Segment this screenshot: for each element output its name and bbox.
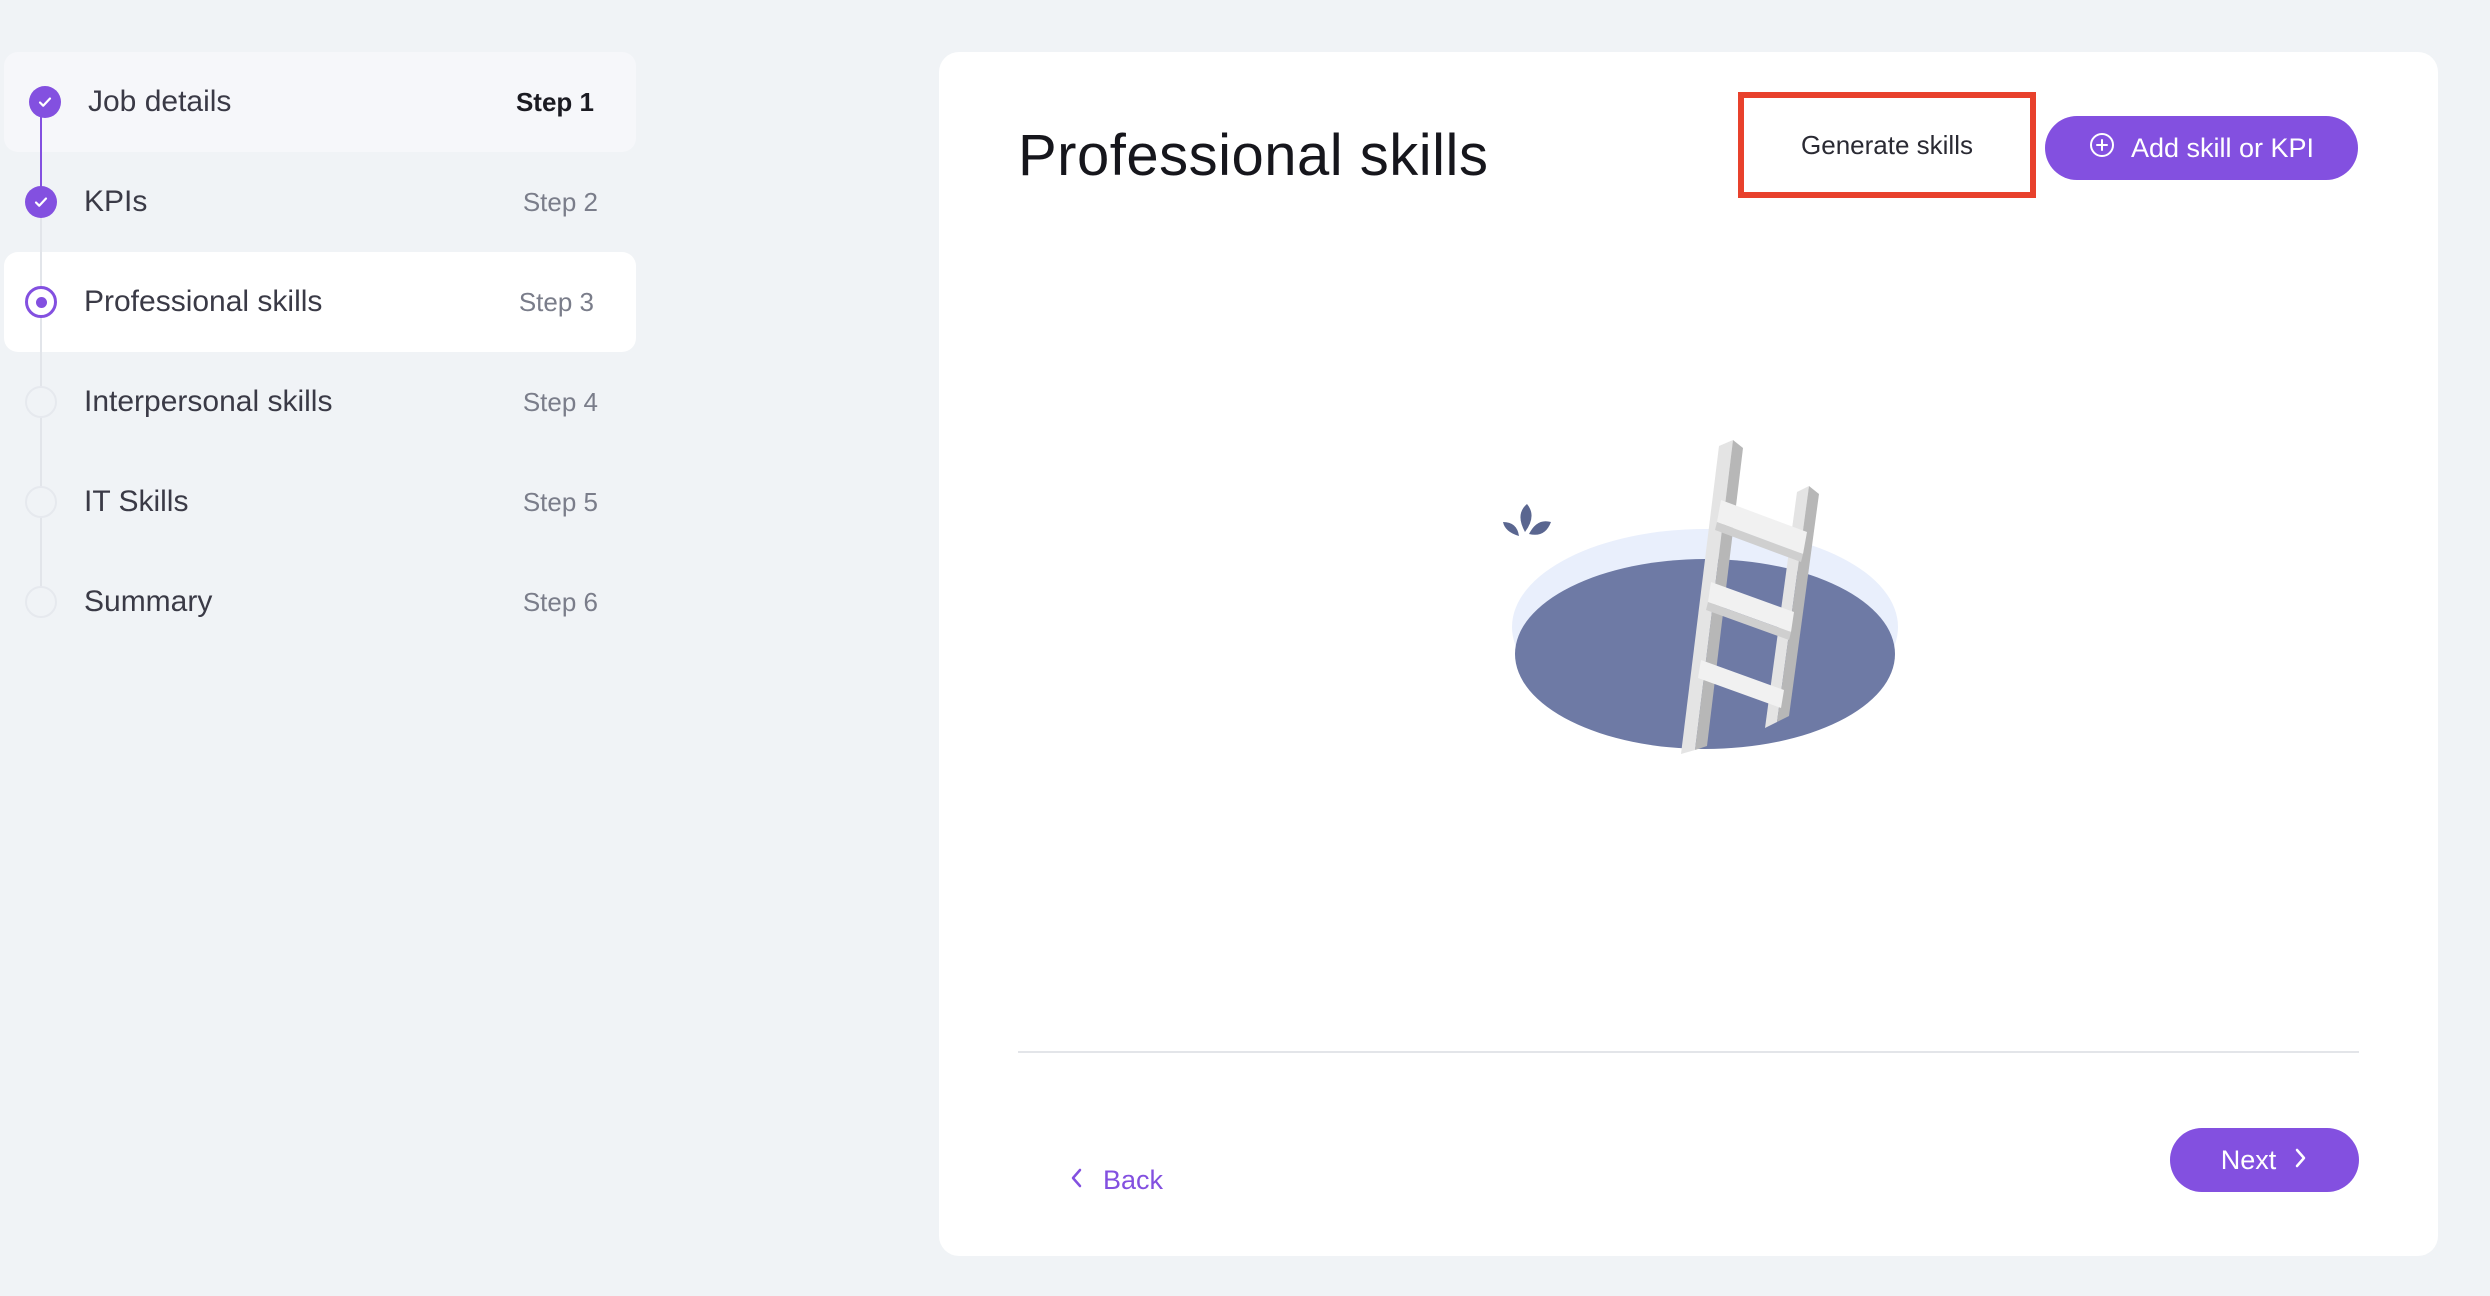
chevron-left-icon (1069, 1165, 1083, 1196)
step-summary[interactable]: Summary Step 6 (0, 552, 640, 652)
step-number: Step 1 (515, 86, 594, 117)
step-job-details[interactable]: Job details Step 1 (4, 52, 636, 152)
step-number: Step 3 (518, 286, 594, 317)
next-button[interactable]: Next (2170, 1128, 2359, 1192)
divider (1018, 1051, 2359, 1053)
step-kpis[interactable]: KPIs Step 2 (0, 152, 640, 252)
pending-step-icon (25, 386, 57, 418)
add-skill-button[interactable]: Add skill or KPI (2045, 116, 2358, 180)
main-card: Professional skills Generate skills Add … (939, 52, 2438, 1256)
pending-step-icon (25, 486, 57, 518)
step-number: Step 5 (522, 486, 598, 517)
page-title: Professional skills (1018, 123, 1489, 188)
plus-circle-icon (2089, 132, 2115, 165)
step-professional-skills[interactable]: Professional skills Step 3 (4, 252, 636, 352)
add-skill-label: Add skill or KPI (2130, 132, 2315, 163)
step-number: Step 4 (522, 386, 598, 417)
step-label: Job details (88, 85, 232, 118)
step-label: IT Skills (84, 485, 189, 518)
step-number: Step 2 (522, 186, 598, 217)
stepper: Job details Step 1 KPIs Step 2 Professio… (0, 52, 640, 652)
step-label: Professional skills (84, 285, 323, 318)
pending-step-icon (25, 586, 57, 618)
step-label: Interpersonal skills (84, 385, 333, 418)
step-number: Step 6 (522, 586, 598, 617)
check-icon (29, 86, 61, 118)
current-step-icon (25, 286, 57, 318)
back-label: Back (1103, 1164, 1164, 1195)
step-interpersonal-skills[interactable]: Interpersonal skills Step 4 (0, 352, 640, 452)
step-label: Summary (84, 585, 213, 618)
back-button[interactable]: Back (1069, 1160, 1163, 1200)
ladder-in-hole-illustration (1503, 440, 1898, 754)
generate-skills-button[interactable]: Generate skills (1738, 92, 2036, 198)
step-label: KPIs (84, 185, 148, 218)
next-label: Next (2220, 1144, 2277, 1175)
step-it-skills[interactable]: IT Skills Step 5 (0, 452, 640, 552)
check-icon (25, 186, 57, 218)
chevron-right-icon (2294, 1145, 2308, 1176)
